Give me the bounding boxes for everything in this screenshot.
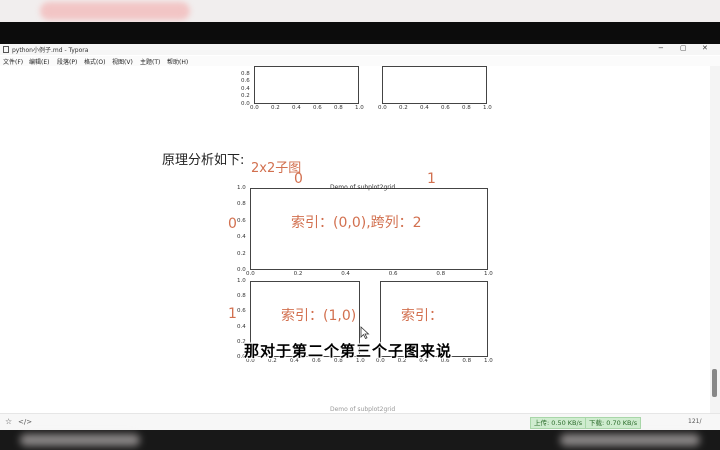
menu-help[interactable]: 帮助(H) [167,57,188,66]
maximize-button[interactable]: ▢ [680,44,687,52]
typora-window: python小例子.md - Typora − ▢ ✕ 文件(F) 编辑(E) … [0,44,720,430]
scrollbar[interactable] [710,66,720,413]
axes-frame [382,66,487,104]
x-tick-label: 0.4 [420,105,429,111]
video-top-band [0,0,720,22]
menu-view[interactable]: 视图(V) [112,57,133,66]
annotation-ax1: 索引：(0,0),跨列：2 [291,215,422,231]
title-bar: python小例子.md - Typora − ▢ ✕ [0,44,720,55]
x-tick-label: 1.0 [484,271,493,277]
close-button[interactable]: ✕ [702,44,708,52]
x-tick-label: 0.8 [436,271,446,277]
y-tick-label: 0.0 [241,101,250,107]
menu-theme[interactable]: 主题(T) [140,57,160,66]
x-tick-label: 0.2 [293,271,303,277]
menu-format[interactable]: 格式(O) [84,57,105,66]
annotation-ax3: 索引： [401,308,443,324]
y-tick-label: 0.8 [237,201,246,208]
y-tick-label: 0.6 [241,78,250,85]
doc-heading: 原理分析如下: [162,153,245,168]
app-icon [3,46,9,53]
x-tick-label: 1.0 [484,358,493,364]
video-bottom-band [0,430,720,450]
menu-paragraph[interactable]: 段落(P) [57,57,77,66]
y-tick-label: 0.6 [237,217,246,224]
x-tick-label: 0.0 [246,271,255,277]
y-tick-label: 0.4 [237,323,246,330]
scrollbar-thumb[interactable] [712,369,717,397]
minimize-button[interactable]: − [658,44,664,52]
source-mode-icon[interactable]: </> [18,418,32,426]
blurred-overlay [560,434,700,446]
status-bar: ☆ </> 上传: 0.50 KB/s 下载: 0.70 KB/s 121/ [0,413,720,430]
y-tick-label: 1.0 [237,185,246,191]
x-tick-label: 0.0 [378,105,387,111]
y-tick-label: 0.8 [237,293,246,300]
menu-file[interactable]: 文件(F) [3,57,23,66]
x-tick-label: 0.2 [399,105,408,111]
annotation-col1: 1 [427,171,436,187]
annotation-row0: 0 [228,216,237,232]
letterbox-top [0,22,720,44]
sidebar-toggle-icon[interactable]: ☆ [5,417,12,426]
word-count[interactable]: 121/ [688,418,701,425]
x-tick-label: 0.8 [462,105,471,111]
blurred-overlay [40,2,190,20]
figure-title: Demo of subplot2grid [330,184,396,191]
y-tick-label: 0.6 [237,308,246,315]
y-tick-label: 0.4 [241,85,250,92]
menu-edit[interactable]: 编辑(E) [29,57,49,66]
y-tick-label: 0.4 [237,234,246,241]
y-tick-label: 0.8 [241,70,250,77]
y-tick-label: 0.0 [237,267,246,273]
download-speed: 下载: 0.70 KB/s [585,417,642,429]
blurred-overlay [20,434,140,446]
annotation-ax2: 索引：(1,0) [281,308,357,324]
bottom-figure-title: Demo of subplot2grid [330,406,396,413]
x-tick-label: 0.4 [292,105,301,111]
x-tick-label: 1.0 [483,105,492,111]
x-tick-label: 0.4 [341,271,350,277]
y-tick-label: 0.2 [237,250,246,257]
x-tick-label: 0.0 [250,105,259,111]
upload-speed: 上传: 0.50 KB/s [530,417,587,429]
video-subtitle: 那对于第二个第三个子图来说 [244,342,453,360]
x-tick-label: 0.6 [388,271,398,277]
y-tick-label: 0.2 [241,93,250,100]
axes-frame [254,66,359,104]
annotation-row1: 1 [228,306,237,322]
window-title: python小例子.md - Typora [12,47,89,54]
x-tick-label: 0.6 [441,105,450,111]
x-tick-label: 0.8 [334,105,343,111]
x-tick-label: 0.6 [313,105,322,111]
x-tick-label: 1.0 [355,105,364,111]
y-tick-label: 1.0 [237,278,246,284]
annotation-col0: 0 [294,171,303,187]
x-tick-label: 0.8 [462,358,472,364]
cursor-icon [360,326,370,340]
x-tick-label: 0.2 [271,105,280,111]
